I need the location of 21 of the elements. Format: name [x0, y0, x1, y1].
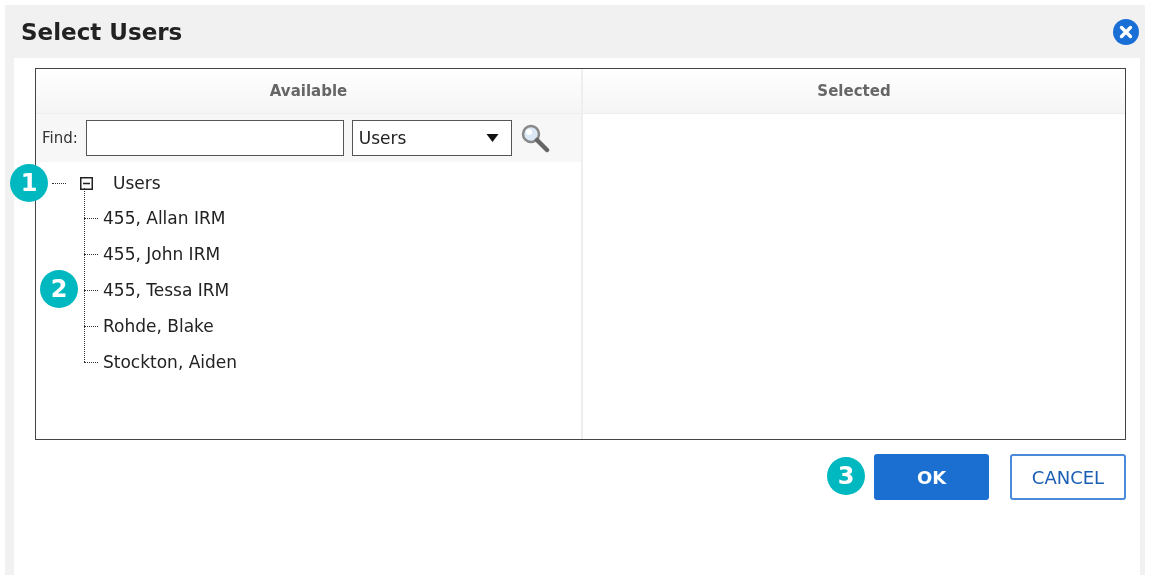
callout-marker: 1 — [10, 164, 48, 202]
scope-dropdown[interactable]: Users — [351, 120, 512, 156]
tree-node[interactable]: 455, Tessa IRM — [103, 280, 230, 300]
find-field[interactable] — [85, 120, 344, 156]
callout-marker: 2 — [40, 270, 78, 308]
ok-button[interactable]: OK — [874, 454, 989, 500]
close-icon[interactable] — [1113, 18, 1139, 45]
tree-node[interactable]: Stockton, Aiden — [103, 352, 238, 372]
tree-node[interactable]: Rohde, Blake — [103, 316, 214, 336]
collapse-icon[interactable] — [80, 176, 93, 190]
tree-node[interactable]: 455, John IRM — [103, 244, 221, 264]
column-heading: Selected — [817, 82, 891, 100]
tree-node[interactable]: Users — [113, 173, 161, 193]
column-heading: Available — [269, 82, 348, 100]
search-icon[interactable] — [519, 123, 550, 153]
find-label: Find: — [42, 129, 78, 147]
callout-marker: 3 — [827, 457, 865, 495]
window-title: Select Users — [21, 18, 183, 45]
tree-node[interactable]: 455, Allan IRM — [103, 208, 226, 228]
caret-icon — [485, 134, 499, 142]
cancel-button[interactable]: CANCEL — [1010, 454, 1126, 500]
